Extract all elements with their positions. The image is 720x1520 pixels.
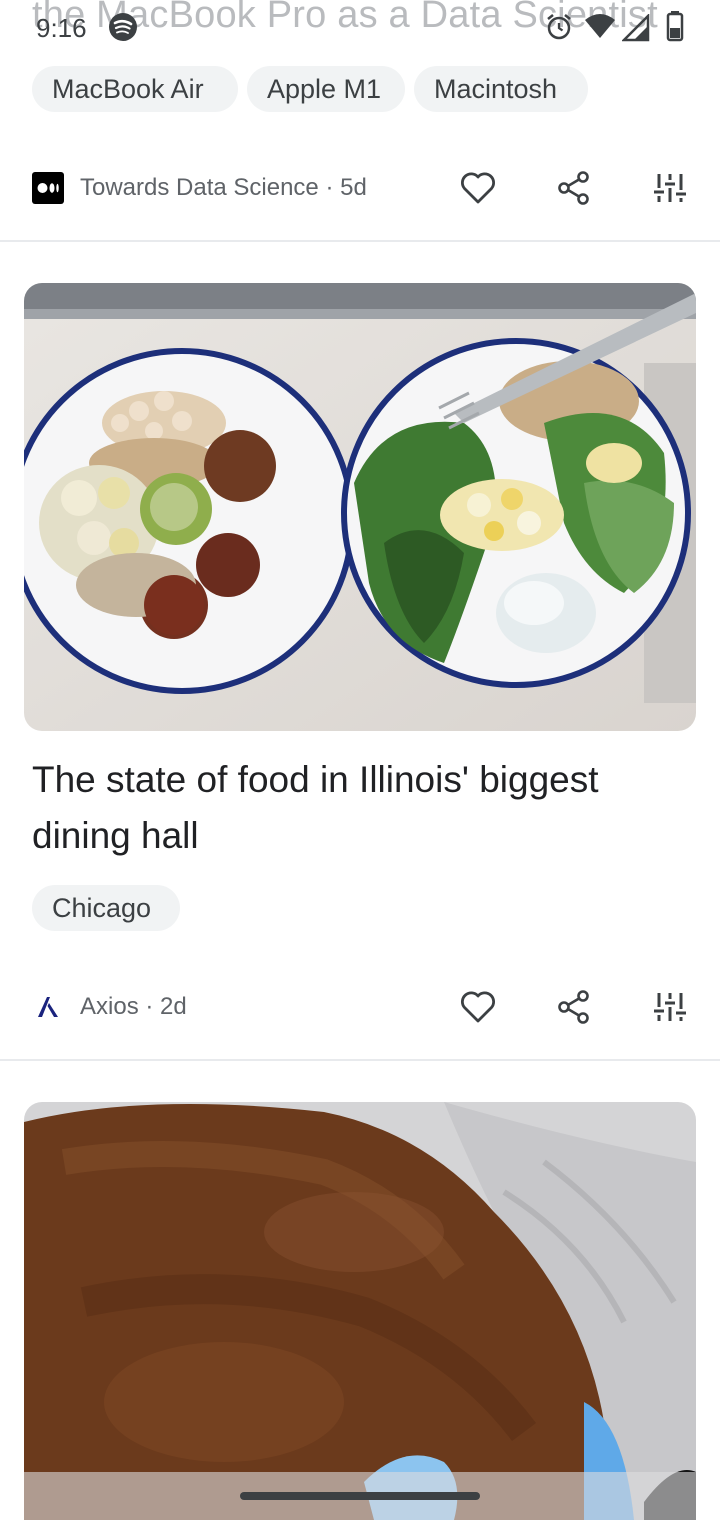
status-bar: 9:16 [0,0,720,52]
tune-icon [654,993,686,1021]
topic-chip-apple-m1[interactable]: Apple M1 [247,66,405,112]
like-button[interactable] [456,985,500,1029]
medium-logo-icon [32,172,64,209]
share-button[interactable] [552,985,596,1029]
card-divider [0,1059,720,1061]
previous-card-source[interactable]: Towards Data Science · 5d [80,174,367,202]
wifi-icon [584,12,616,45]
tune-icon [654,174,686,202]
story-headline[interactable]: The state of food in Illinois' biggest d… [32,752,682,864]
topic-chip-chicago[interactable]: Chicago [32,885,180,931]
topic-chip-macbook-air[interactable]: MacBook Air [32,66,238,112]
story-source[interactable]: Axios · 2d [80,993,187,1021]
share-button[interactable] [552,166,596,210]
battery-icon [666,10,684,47]
share-icon [558,171,589,205]
more-options-button[interactable] [648,166,692,210]
next-story-image[interactable] [24,1102,696,1520]
more-options-button[interactable] [648,985,692,1029]
status-time: 9:16 [36,13,87,43]
previous-card-source-row: Towards Data Science · 5d [0,160,720,216]
home-gesture-handle[interactable] [240,1492,480,1500]
axios-logo-icon [36,995,60,1024]
story-image[interactable] [24,283,696,731]
story-source-row: Axios · 2d [0,979,720,1035]
signal-icon [620,12,650,47]
like-button[interactable] [456,166,500,210]
topic-chip-macintosh[interactable]: Macintosh [414,66,588,112]
heart-icon [461,991,495,1023]
rusty-brick-photo [24,1102,696,1520]
alarm-icon [544,12,574,47]
food-plates-photo [24,283,696,731]
share-icon [558,990,589,1024]
heart-icon [461,172,495,204]
card-divider [0,240,720,242]
spotify-icon [108,12,138,47]
